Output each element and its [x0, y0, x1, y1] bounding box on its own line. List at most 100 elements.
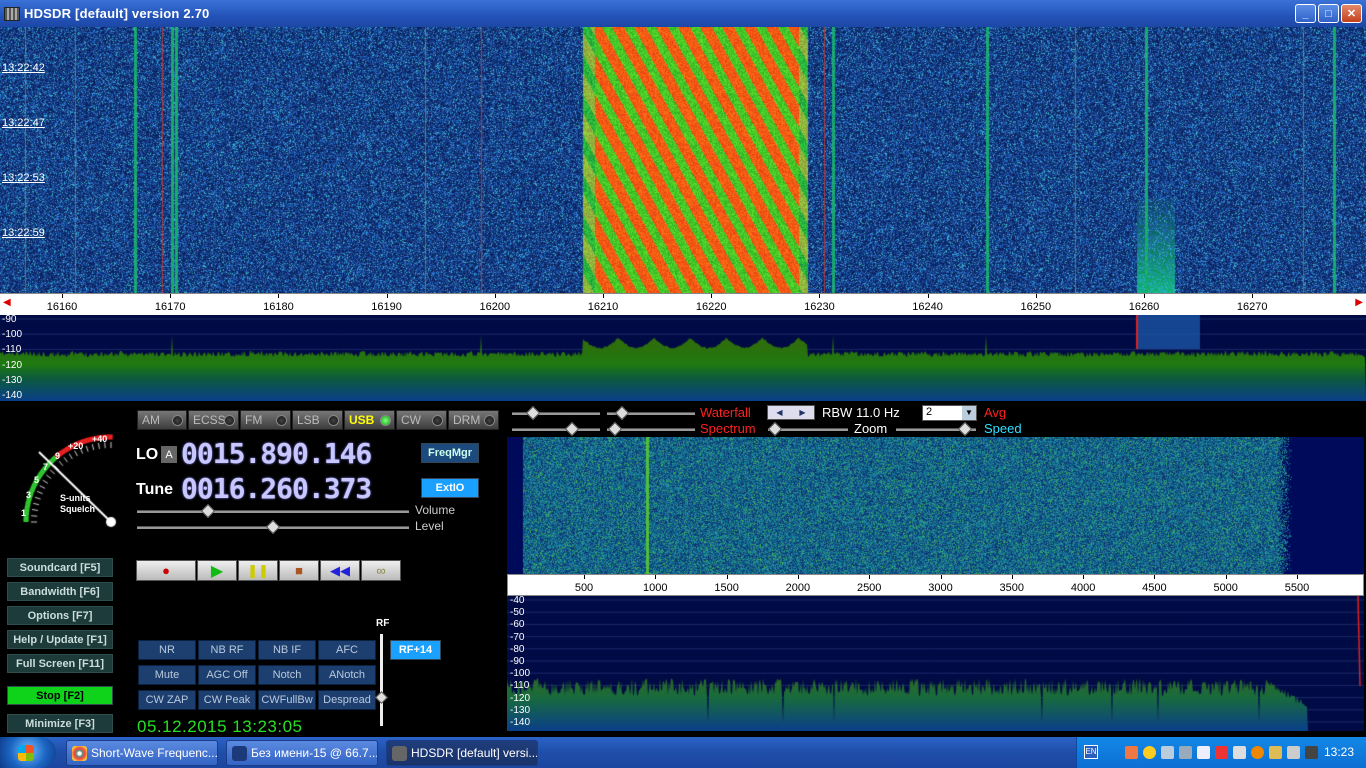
- slider-thumb[interactable]: [767, 421, 783, 437]
- maximize-window-button[interactable]: □: [1318, 4, 1339, 23]
- zoom-slider[interactable]: [767, 421, 848, 437]
- taskbar-item[interactable]: Без имени-15 @ 66.7...: [226, 740, 378, 766]
- axis-label: 16160: [46, 301, 78, 313]
- rbw-stepper[interactable]: ◀ ▶: [767, 405, 815, 420]
- system-tray: EN: [1076, 737, 1366, 768]
- dsp-button-cw-peak[interactable]: CW Peak: [198, 690, 256, 710]
- play-button[interactable]: ▶: [197, 560, 237, 581]
- axis-label: 1000: [643, 582, 668, 594]
- axis-label: 16210: [587, 301, 619, 313]
- rf-spectrum[interactable]: [0, 315, 1366, 401]
- slider-thumb[interactable]: [957, 421, 973, 437]
- level-slider[interactable]: [137, 519, 409, 535]
- record-button[interactable]: ●: [136, 560, 196, 581]
- spectrum-contrast-slider[interactable]: [512, 421, 600, 437]
- side-button[interactable]: Help / Update [F1]: [7, 630, 113, 649]
- dsp-button-cwfullbw[interactable]: CWFullBw: [258, 690, 316, 710]
- lo-frequency-display[interactable]: 0015.890.146: [181, 437, 372, 470]
- waterfall-contrast-slider[interactable]: [512, 405, 600, 421]
- dsp-button-nb-rf[interactable]: NB RF: [198, 640, 256, 660]
- rewind-button[interactable]: ◀◀: [320, 560, 360, 581]
- tray-app-icon[interactable]: [1251, 746, 1264, 759]
- scroll-right-arrow-icon[interactable]: ▶: [1355, 297, 1363, 308]
- lo-channel-badge[interactable]: A: [161, 446, 177, 463]
- rf-plus14-button[interactable]: RF+14: [390, 640, 441, 660]
- axis-label: 16260: [1128, 301, 1160, 313]
- taskbar-clock[interactable]: 13:23: [1324, 745, 1354, 759]
- waterfall-level-slider[interactable]: [607, 405, 695, 421]
- mode-button-lsb[interactable]: LSB: [292, 410, 343, 430]
- level-label: Level: [415, 519, 444, 533]
- title-bar[interactable]: HDSDR [default] version 2.70 _ □ ✕: [0, 0, 1366, 27]
- tray-app-icon[interactable]: [1197, 746, 1210, 759]
- loop-button[interactable]: ∞: [361, 560, 401, 581]
- dsp-button-despread[interactable]: Despread: [318, 690, 376, 710]
- audio-waterfall[interactable]: [507, 437, 1364, 574]
- chevron-down-icon[interactable]: ▼: [962, 406, 976, 420]
- network-icon[interactable]: [1161, 746, 1174, 759]
- dsp-button-notch[interactable]: Notch: [258, 665, 316, 685]
- tray-app-icon[interactable]: [1305, 746, 1318, 759]
- rf-frequency-axis[interactable]: ◀ ▶ 16160 16170 16180 16190 16200 16210 16220 1…: [0, 293, 1366, 315]
- mode-button-cw[interactable]: CW: [396, 410, 447, 430]
- taskbar-item[interactable]: HDSDR [default] versi...: [386, 740, 538, 766]
- dsp-button-nb-if[interactable]: NB IF: [258, 640, 316, 660]
- dsp-button-agc-off[interactable]: AGC Off: [198, 665, 256, 685]
- side-button[interactable]: Bandwidth [F6]: [7, 582, 113, 601]
- mode-button-ecss[interactable]: ECSS: [188, 410, 239, 430]
- network-icon[interactable]: [1179, 746, 1192, 759]
- mode-button-fm[interactable]: FM: [240, 410, 291, 430]
- mode-button-drm[interactable]: DRM: [448, 410, 499, 430]
- start-button[interactable]: [0, 737, 56, 768]
- minimize-window-button[interactable]: _: [1295, 4, 1316, 23]
- extio-button[interactable]: ExtIO: [421, 478, 479, 498]
- side-button[interactable]: Stop [F2]: [7, 686, 113, 705]
- side-button[interactable]: Options [F7]: [7, 606, 113, 625]
- dsp-button-mute[interactable]: Mute: [138, 665, 196, 685]
- rbw-value: RBW 11.0 Hz: [822, 405, 900, 420]
- zoom-label: Zoom: [854, 421, 888, 436]
- shield-icon[interactable]: [1143, 746, 1156, 759]
- stop-playback-button[interactable]: ■: [279, 560, 319, 581]
- language-indicator[interactable]: EN: [1084, 745, 1098, 759]
- axis-label: 16190: [371, 301, 402, 313]
- taskbar-item[interactable]: Short-Wave Frequenc...: [66, 740, 218, 766]
- tray-app-icon[interactable]: [1269, 746, 1282, 759]
- dsp-button-cw-zap[interactable]: CW ZAP: [138, 690, 196, 710]
- audio-spectrum[interactable]: [507, 596, 1364, 731]
- scroll-left-arrow-icon[interactable]: ◀: [3, 297, 11, 308]
- rbw-decrease-icon[interactable]: ◀: [776, 408, 782, 417]
- tray-app-icon[interactable]: [1125, 746, 1138, 759]
- level-label: -50: [510, 607, 525, 619]
- rbw-increase-icon[interactable]: ▶: [799, 408, 805, 417]
- avg-select[interactable]: 2 ▼: [922, 405, 977, 421]
- dsp-button-afc[interactable]: AFC: [318, 640, 376, 660]
- axis-label: 5500: [1284, 582, 1310, 594]
- close-window-button[interactable]: ✕: [1341, 4, 1362, 23]
- side-button[interactable]: Minimize [F3]: [7, 714, 113, 733]
- rf-gain-slider[interactable]: [380, 634, 383, 726]
- tray-app-icon[interactable]: [1215, 746, 1228, 759]
- dsp-button-anotch[interactable]: ANotch: [318, 665, 376, 685]
- volume-slider[interactable]: [137, 503, 409, 519]
- axis-tick: [1252, 294, 1254, 298]
- main-waterfall[interactable]: [0, 27, 1366, 293]
- slider-thumb[interactable]: [525, 405, 541, 421]
- smeter-scale-9: 9: [55, 451, 61, 461]
- pause-button[interactable]: ❚❚: [238, 560, 278, 581]
- slider-thumb[interactable]: [614, 405, 630, 421]
- mode-button-usb[interactable]: USB: [344, 410, 395, 430]
- speed-slider[interactable]: [896, 421, 976, 437]
- side-button[interactable]: Soundcard [F5]: [7, 558, 113, 577]
- slider-thumb[interactable]: [564, 421, 580, 437]
- spectrum-level-slider[interactable]: [607, 421, 695, 437]
- volume-icon[interactable]: [1233, 746, 1246, 759]
- tune-frequency-display[interactable]: 0016.260.373: [181, 472, 372, 505]
- slider-thumb[interactable]: [607, 421, 623, 437]
- side-button[interactable]: Full Screen [F11]: [7, 654, 113, 673]
- tray-app-icon[interactable]: [1287, 746, 1300, 759]
- audio-frequency-axis[interactable]: 500 1000 1500 2000 2500 3000 3500 4000 4500 5000 5…: [507, 574, 1364, 596]
- mode-button-am[interactable]: AM: [137, 410, 187, 430]
- dsp-button-nr[interactable]: NR: [138, 640, 196, 660]
- freqmgr-button[interactable]: FreqMgr: [421, 443, 479, 463]
